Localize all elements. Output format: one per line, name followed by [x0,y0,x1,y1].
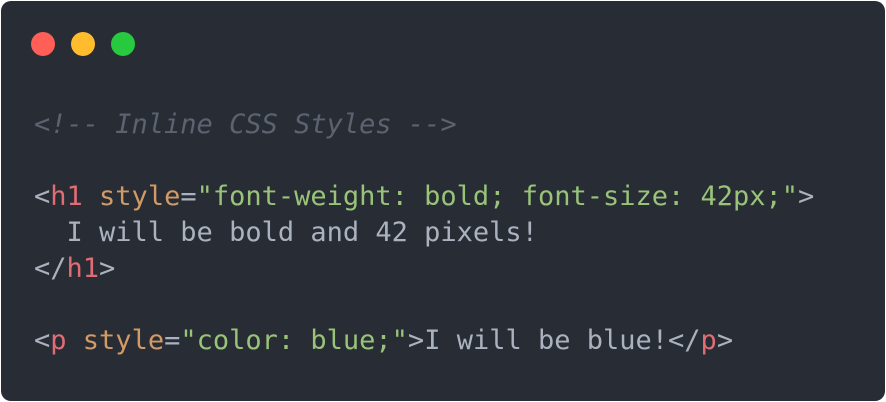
tag-bracket: </ [668,325,701,356]
tag-name: h1 [50,181,83,212]
tag-name: p [50,325,67,356]
tag-bracket: > [716,325,734,356]
attribute-value: "color: blue;" [180,325,408,356]
code-line-h1-close: </h1> [34,251,814,287]
close-button[interactable] [31,32,55,56]
tag-name: p [700,325,717,356]
code-line-h1-open: <h1 style="font-weight: bold; font-size:… [34,179,814,215]
code-window: <!-- Inline CSS Styles --> <h1 style="fon… [1,1,885,401]
window-titlebar [1,1,885,81]
tag-bracket: > [99,253,116,284]
equals-sign: = [180,181,197,212]
tag-bracket: > [798,181,815,212]
minimize-button[interactable] [71,32,95,56]
maximize-button[interactable] [111,32,135,56]
code-line-h1-content: I will be bold and 42 pixels! [34,215,814,251]
attribute-name: style [82,325,165,356]
equals-sign: = [164,325,181,356]
tag-name: h1 [66,253,100,284]
element-text: I will be blue! [424,325,669,356]
code-line-comment: <!-- Inline CSS Styles --> [34,107,814,143]
code-line-p: <p style="color: blue;">I will be blue!<… [34,323,814,359]
code-block: <!-- Inline CSS Styles --> <h1 style="fon… [34,107,814,359]
tag-bracket: < [34,325,51,356]
tag-bracket: </ [34,253,67,284]
tag-bracket: > [407,325,425,356]
code-comment: <!-- Inline CSS Styles --> [34,109,457,140]
attribute-value: "font-weight: bold; font-size: 42px;" [196,181,799,212]
tag-bracket: < [34,181,51,212]
attribute-name: style [99,181,181,212]
element-text: I will be bold and 42 pixels! [34,217,538,248]
